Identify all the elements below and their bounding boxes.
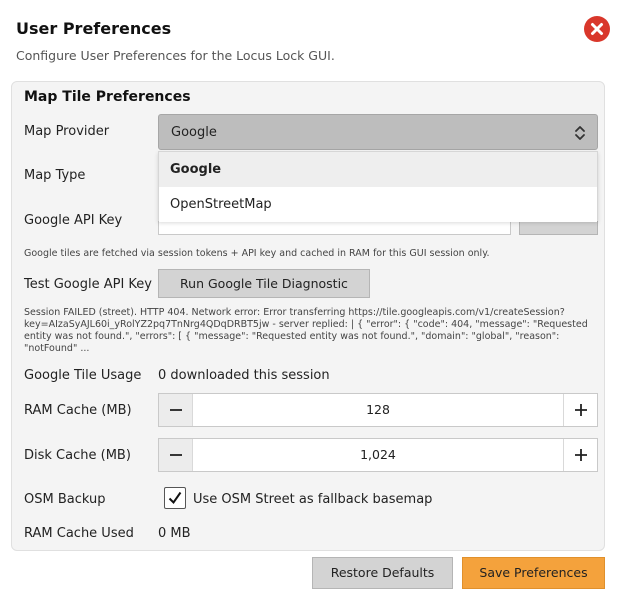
close-icon: [591, 23, 603, 35]
ram-cache-increment-button[interactable]: [563, 394, 597, 426]
dialog-subtitle: Configure User Preferences for the Locus…: [16, 48, 335, 63]
save-preferences-button[interactable]: Save Preferences: [462, 557, 605, 589]
google-api-key-label: Google API Key: [24, 213, 123, 228]
ram-cache-decrement-button[interactable]: [159, 394, 193, 426]
minus-icon: [169, 409, 182, 411]
close-button[interactable]: [584, 16, 610, 42]
plus-icon: [574, 449, 587, 461]
map-provider-label: Map Provider: [24, 124, 110, 139]
dropdown-option-openstreetmap[interactable]: OpenStreetMap: [159, 187, 597, 222]
osm-backup-checkbox[interactable]: [164, 487, 186, 509]
dialog-title: User Preferences: [16, 19, 172, 38]
ram-cache-label: RAM Cache (MB): [24, 403, 132, 418]
map-type-label: Map Type: [24, 168, 86, 183]
plus-icon: [574, 404, 587, 416]
map-provider-dropdown: Google OpenStreetMap: [158, 151, 598, 222]
api-key-note: Google tiles are fetched via session tok…: [24, 248, 490, 259]
google-tile-usage-label: Google Tile Usage: [24, 368, 142, 383]
map-provider-selected-value: Google: [171, 125, 217, 140]
checkmark-icon: [168, 491, 182, 505]
test-google-api-key-label: Test Google API Key: [24, 277, 152, 292]
diagnostic-result-text: Session FAILED (street). HTTP 404. Netwo…: [24, 307, 588, 354]
minus-icon: [169, 454, 182, 456]
run-google-tile-diagnostic-button[interactable]: Run Google Tile Diagnostic: [158, 269, 370, 298]
dropdown-option-google[interactable]: Google: [159, 152, 597, 187]
google-tile-usage-value: 0 downloaded this session: [158, 368, 330, 383]
ram-cache-stepper: 128: [158, 393, 598, 427]
panel-title: Map Tile Preferences: [24, 89, 191, 105]
ram-cache-used-value: 0 MB: [158, 526, 191, 541]
osm-backup-label: OSM Backup: [24, 492, 106, 507]
map-provider-select[interactable]: Google: [158, 114, 598, 150]
disk-cache-stepper: 1,024: [158, 438, 598, 472]
restore-defaults-button[interactable]: Restore Defaults: [312, 557, 453, 589]
ram-cache-value[interactable]: 128: [193, 394, 563, 426]
disk-cache-increment-button[interactable]: [563, 439, 597, 471]
map-tile-preferences-panel: Map Tile Preferences Map Provider Google…: [11, 81, 605, 551]
osm-backup-checkbox-label[interactable]: Use OSM Street as fallback basemap: [193, 492, 432, 507]
disk-cache-label: Disk Cache (MB): [24, 448, 131, 463]
chevron-up-down-icon: [575, 126, 585, 140]
disk-cache-value[interactable]: 1,024: [193, 439, 563, 471]
user-preferences-dialog: User Preferences Configure User Preferen…: [0, 0, 620, 608]
ram-cache-used-label: RAM Cache Used: [24, 526, 134, 541]
disk-cache-decrement-button[interactable]: [159, 439, 193, 471]
